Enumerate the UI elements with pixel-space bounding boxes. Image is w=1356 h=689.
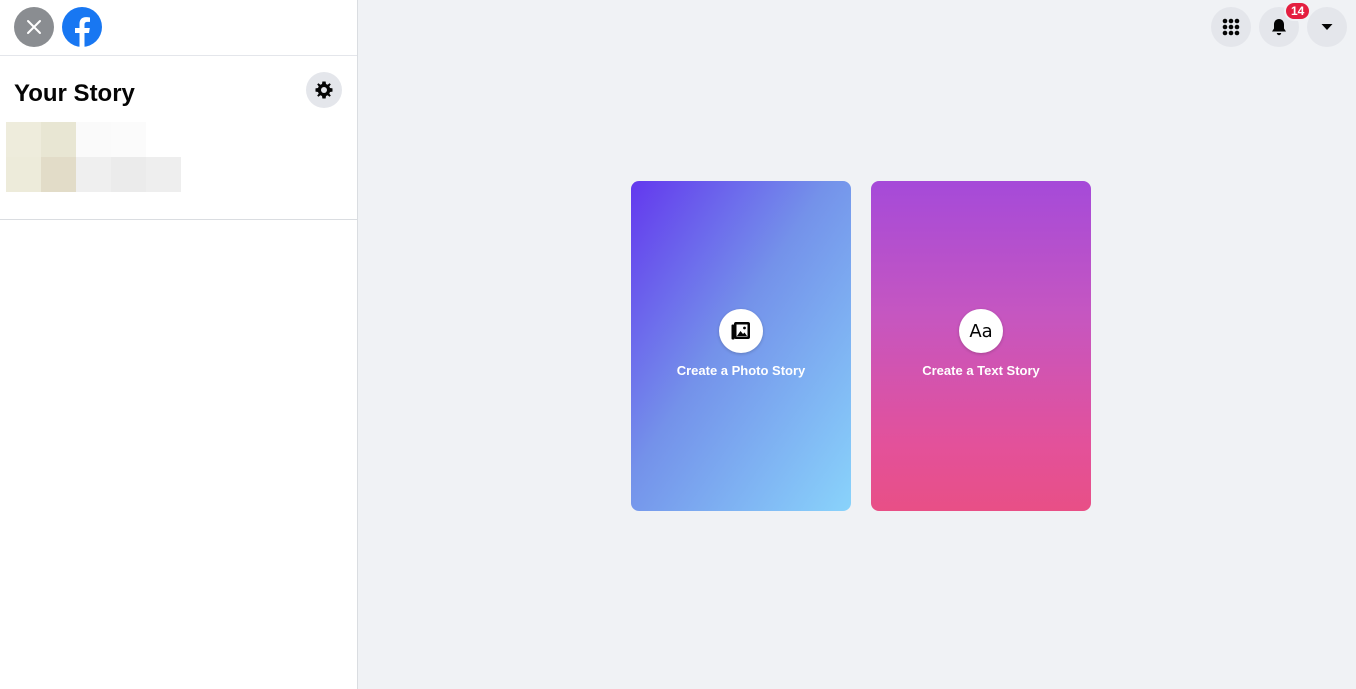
account-menu-button[interactable] xyxy=(1307,7,1347,47)
story-sidebar: Your Story xyxy=(0,0,358,689)
profile-name-redacted xyxy=(76,122,181,192)
menu-button[interactable] xyxy=(1211,7,1251,47)
section-title: Your Story xyxy=(14,80,135,107)
menu-grid-icon xyxy=(1222,18,1240,36)
create-text-story-card[interactable]: Aa Create a Text Story xyxy=(871,181,1091,511)
close-icon xyxy=(27,20,41,34)
notification-count-badge: 14 xyxy=(1284,1,1312,21)
bell-icon xyxy=(1272,19,1286,36)
photo-story-icon-button xyxy=(719,309,763,353)
create-photo-story-card[interactable]: Create a Photo Story xyxy=(631,181,851,511)
text-aa-icon: Aa xyxy=(969,320,993,342)
caret-down-icon xyxy=(1321,24,1333,30)
text-story-icon-button: Aa xyxy=(959,309,1003,353)
photo-story-label: Create a Photo Story xyxy=(676,363,806,378)
gear-icon xyxy=(315,81,333,99)
facebook-logo-icon[interactable] xyxy=(62,7,102,47)
close-button[interactable] xyxy=(14,7,54,47)
photo-icon xyxy=(731,322,750,340)
settings-button[interactable] xyxy=(306,72,342,108)
text-story-label: Create a Text Story xyxy=(922,363,1040,378)
your-story-section: Your Story xyxy=(0,56,357,220)
avatar xyxy=(6,122,76,192)
sidebar-topbar xyxy=(0,0,357,56)
